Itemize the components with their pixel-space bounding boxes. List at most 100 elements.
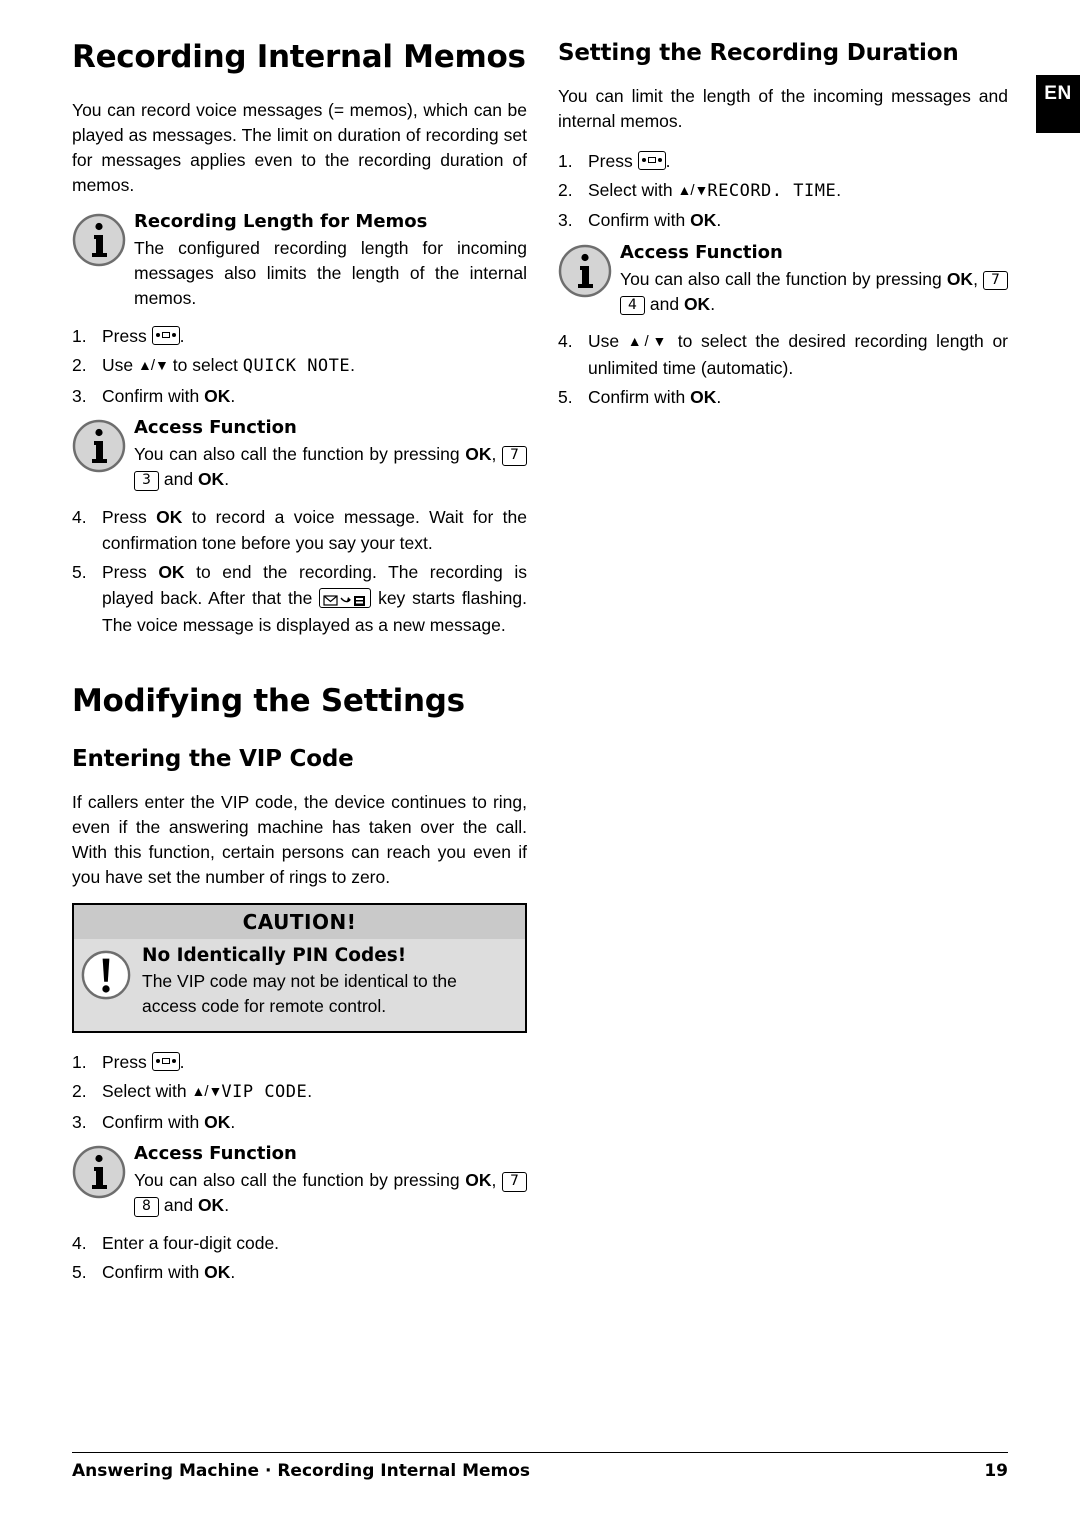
- vip-intro-paragraph: If callers enter the VIP code, the devic…: [72, 792, 527, 887]
- ok-key-label: OK: [156, 506, 183, 527]
- note-title: Access Function: [134, 1143, 297, 1165]
- menu-entry-label: RECORD. TIME: [707, 180, 837, 201]
- note-access-function-2: Access Function You can also call the fu…: [72, 1143, 527, 1218]
- steps-recording-duration-top: 1. Press . 2. Select with ▲/▼RECORD. TIM…: [558, 148, 1008, 234]
- list-item: 1. Press .: [72, 1049, 527, 1075]
- ok-key-label: OK: [204, 1262, 231, 1283]
- answering-machine-key-icon: [151, 1052, 180, 1072]
- list-item: 4. Press OK to record a voice message. W…: [72, 504, 527, 557]
- intro-paragraph: You can record voice messages (= memos),…: [72, 100, 527, 195]
- step-text-pre: Confirm with: [102, 385, 205, 406]
- note-text-comma: ,: [491, 1170, 502, 1191]
- list-item: 4. Use ▲/▼ to select the desired recordi…: [558, 328, 1008, 381]
- list-item: 4. Enter a four-digit code.: [72, 1230, 527, 1256]
- menu-entry-label: QUICK NOTE: [242, 356, 351, 377]
- note-recording-length: Recording Length for Memos The configure…: [72, 211, 527, 311]
- ok-key-label: OK: [465, 1170, 492, 1191]
- step-text-post: .: [230, 1262, 236, 1283]
- step-text-post: .: [350, 355, 356, 376]
- list-item: 1. Press .: [558, 148, 1008, 174]
- step-text-pre: Confirm with: [588, 210, 691, 231]
- step-number: 2.: [72, 355, 87, 376]
- step-number: 5.: [72, 562, 87, 583]
- list-item: 5. Press OK to end the recording. The re…: [72, 559, 527, 638]
- ok-key-label: OK: [946, 268, 974, 289]
- step-text-post: .: [230, 385, 236, 406]
- step-text: Confirm with OK.: [588, 384, 1008, 410]
- list-item: 2. Select with ▲/▼VIP CODE.: [72, 1078, 527, 1106]
- step-number: 2.: [72, 1081, 87, 1102]
- answering-machine-key-icon: [151, 326, 180, 345]
- step-number: 4.: [72, 1232, 87, 1253]
- message-key-icon: [319, 588, 372, 609]
- right-intro-paragraph: You can limit the length of the incoming…: [558, 86, 1008, 131]
- keypad-key-7-icon: 7: [502, 1172, 527, 1192]
- step-text: Confirm with OK.: [102, 1109, 527, 1135]
- note-text-pre: You can also call the function by pressi…: [134, 1170, 466, 1191]
- ok-key-label: OK: [690, 210, 717, 231]
- note-text-comma: ,: [491, 444, 502, 464]
- list-item: 2. Use ▲/▼ to select QUICK NOTE.: [72, 352, 527, 380]
- note-text-end: .: [224, 468, 230, 489]
- list-item: 3. Confirm with OK.: [558, 207, 1008, 233]
- note-title: Access Function: [134, 417, 297, 438]
- step-text: Select with ▲/▼VIP CODE.: [102, 1078, 527, 1106]
- note-text: You can also call the function by pressi…: [134, 1168, 527, 1218]
- note-title: Access Function: [620, 241, 783, 263]
- step-text: Confirm with OK.: [588, 207, 1008, 233]
- up-down-arrows-icon: ▲/▼: [191, 1083, 222, 1101]
- right-column: Setting the Recording Duration You can l…: [558, 40, 1008, 413]
- keypad-key-7-icon: 7: [502, 446, 527, 466]
- list-item: 5. Confirm with OK.: [558, 384, 1008, 410]
- caution-text: The VIP code may not be identical to the…: [142, 971, 457, 1017]
- step-text: Use ▲/▼ to select QUICK NOTE.: [102, 352, 527, 380]
- step-text: Press OK to record a voice message. Wait…: [102, 504, 527, 557]
- step-text-pre: Use: [588, 331, 628, 352]
- step-text-post: .: [179, 326, 185, 346]
- step-text-post: .: [307, 1081, 313, 1102]
- list-item: 2. Select with ▲/▼RECORD. TIME.: [558, 177, 1008, 205]
- step-text-mid: to select: [167, 355, 243, 376]
- footer-divider: [72, 1452, 1008, 1453]
- document-page: EN Recording Internal Memos You can reco…: [0, 0, 1080, 1529]
- step-text-pre: Press: [102, 326, 152, 346]
- step-text-pre: Confirm with: [102, 1111, 205, 1132]
- step-text-pre: Confirm with: [588, 386, 691, 407]
- up-down-arrows-icon: ▲/▼: [677, 181, 708, 199]
- note-access-function-right: Access Function You can also call the fu…: [558, 242, 1008, 317]
- caution-title: No Identically PIN Codes!: [142, 945, 407, 967]
- steps-vip-code: 1. Press . 2. Select with ▲/▼VIP CODE. 3…: [72, 1049, 527, 1135]
- step-text: Confirm with OK.: [102, 383, 527, 409]
- step-text-post: .: [836, 179, 842, 200]
- page-number: 19: [984, 1461, 1008, 1481]
- note-text-pre: You can also call the function by pressi…: [620, 268, 947, 289]
- step-text: Enter a four-digit code.: [102, 1232, 280, 1253]
- step-text: Press OK to end the recording. The recor…: [102, 559, 527, 638]
- step-text-pre: Use: [102, 355, 138, 376]
- step-text-pre: Press: [102, 506, 157, 527]
- ok-key-label: OK: [690, 386, 717, 407]
- step-number: 4.: [558, 331, 573, 352]
- page-footer: Answering Machine · Recording Internal M…: [72, 1452, 1008, 1481]
- step-text: Press .: [588, 148, 1008, 174]
- step-text-pre: Select with: [102, 1081, 192, 1102]
- exclamation-icon: [80, 945, 142, 1019]
- ok-key-label: OK: [465, 444, 492, 464]
- note-text-end: .: [224, 1194, 230, 1215]
- keypad-key-3-icon: 3: [134, 470, 159, 491]
- step-number: 1.: [558, 150, 573, 171]
- list-item: 1. Press .: [72, 323, 527, 349]
- note-text: You can also call the function by pressi…: [134, 442, 527, 492]
- keypad-key-4-icon: 4: [620, 295, 645, 316]
- step-number: 5.: [72, 1262, 87, 1283]
- step-number: 3.: [72, 1111, 87, 1132]
- list-item: 3. Confirm with OK.: [72, 383, 527, 409]
- info-icon: [72, 417, 134, 492]
- keypad-key-7-icon: 7: [982, 270, 1008, 291]
- note-text-mid: and: [159, 468, 198, 489]
- steps-record-memo: 4. Press OK to record a voice message. W…: [72, 504, 527, 638]
- step-text-pre: Press: [102, 1052, 152, 1073]
- menu-entry-label: VIP CODE: [221, 1082, 308, 1103]
- step-number: 3.: [72, 385, 87, 406]
- ok-key-label: OK: [158, 562, 185, 583]
